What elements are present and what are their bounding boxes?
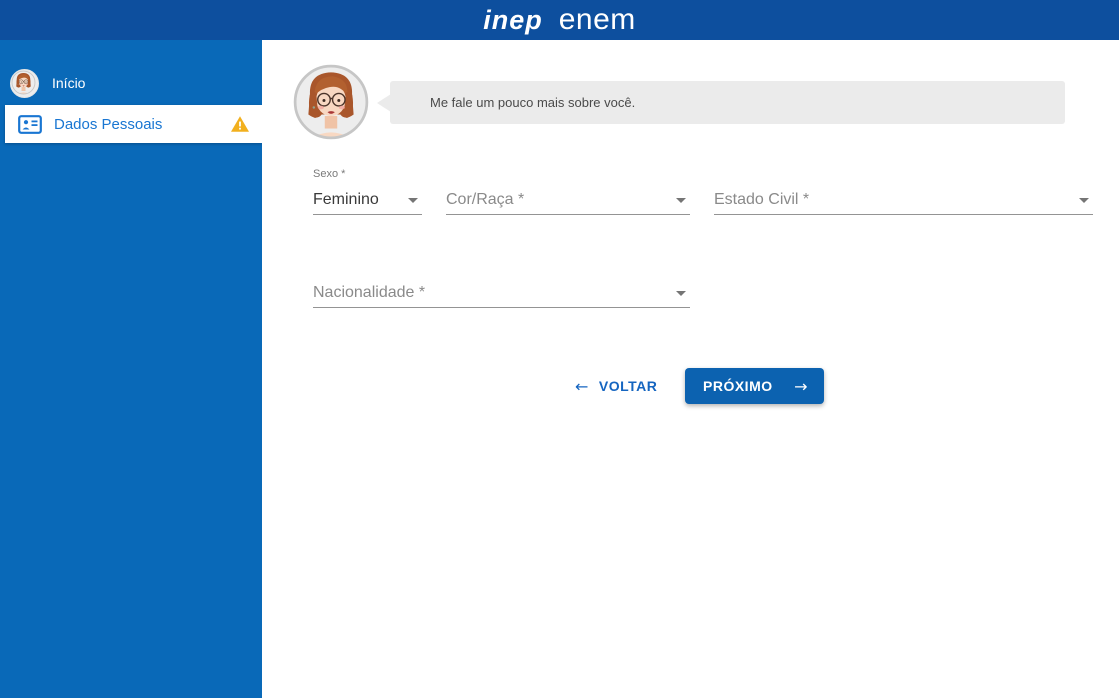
back-arrow-icon: ← xyxy=(575,377,589,396)
estado-civil-select[interactable]: Estado Civil * xyxy=(714,186,1093,215)
chevron-down-icon xyxy=(676,291,686,296)
chevron-down-icon xyxy=(676,198,686,203)
proximo-button[interactable]: PRÓXIMO → xyxy=(685,368,824,404)
assistant-avatar xyxy=(292,63,370,141)
voltar-button[interactable]: ← VOLTAR xyxy=(567,368,665,404)
proximo-label: PRÓXIMO xyxy=(703,378,773,394)
sexo-value: Feminino xyxy=(313,191,379,209)
assistant-speech-bubble: Me fale um pouco mais sobre você. xyxy=(390,81,1065,124)
assistant-message: Me fale um pouco mais sobre você. xyxy=(430,95,635,110)
main-content: Me fale um pouco mais sobre você. Sexo *… xyxy=(262,40,1119,698)
sexo-label: Sexo * xyxy=(313,168,422,182)
inep-logo: inep xyxy=(483,0,543,40)
sidebar-item-label: Início xyxy=(52,75,85,91)
app-header: inep enem xyxy=(0,0,1119,40)
next-arrow-icon: → xyxy=(794,377,808,396)
cor-raca-placeholder: Cor/Raça * xyxy=(446,191,524,209)
nacionalidade-placeholder: Nacionalidade * xyxy=(313,284,425,302)
sidebar-item-dados-pessoais[interactable]: Dados Pessoais xyxy=(5,105,262,143)
avatar-icon xyxy=(10,69,39,98)
enem-logo: enem xyxy=(559,0,636,40)
sidebar-item-inicio[interactable]: Início xyxy=(0,66,262,100)
sexo-select[interactable]: Sexo * Feminino xyxy=(313,168,422,215)
estado-civil-placeholder: Estado Civil * xyxy=(714,191,809,209)
cor-raca-select[interactable]: Cor/Raça * xyxy=(446,186,690,215)
sidebar: Início Dados Pessoais xyxy=(0,40,262,698)
sidebar-item-label: Dados Pessoais xyxy=(54,116,162,133)
contact-card-icon xyxy=(18,115,42,134)
nacionalidade-select[interactable]: Nacionalidade * xyxy=(313,279,690,308)
chevron-down-icon xyxy=(408,198,418,203)
warning-icon xyxy=(230,115,250,133)
chevron-down-icon xyxy=(1079,198,1089,203)
voltar-label: VOLTAR xyxy=(599,378,657,394)
